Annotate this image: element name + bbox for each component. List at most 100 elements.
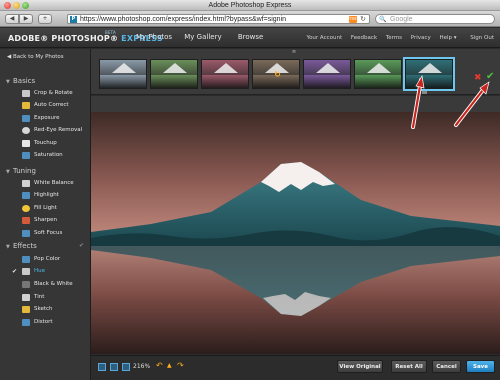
section-basics[interactable]: ▼ Basics — [6, 77, 35, 85]
hue-thumbnail[interactable] — [303, 59, 351, 89]
nav-privacy[interactable]: Privacy — [411, 35, 431, 41]
url-text[interactable]: https://www.photoshop.com/express/index.… — [80, 15, 286, 24]
thumbnail-mountain — [112, 63, 136, 73]
thumbnail-mountain — [316, 63, 340, 73]
section-title: Effects — [13, 242, 37, 250]
apply-effect-icon[interactable]: ✔ — [486, 72, 494, 82]
section-title: Tuning — [13, 167, 36, 175]
tool-black-white[interactable]: Black & White — [22, 280, 73, 289]
hue-icon — [22, 268, 30, 275]
tool-sketch[interactable]: Sketch — [22, 305, 53, 314]
thumbnail-water — [202, 75, 248, 88]
reload-icon[interactable]: ↻ — [359, 15, 367, 24]
reset-all-button[interactable]: Reset All — [391, 360, 427, 373]
zoom-level: 216% — [133, 363, 151, 370]
search-field[interactable]: 🔍 Google — [375, 14, 495, 24]
tool-label: Hue — [34, 268, 46, 274]
nav-terms[interactable]: Terms — [386, 35, 402, 41]
tool-label: Touchup — [34, 140, 57, 146]
filmstrip-handle-icon[interactable]: ≡ — [290, 50, 298, 55]
search-placeholder[interactable]: Google — [390, 15, 413, 24]
hue-thumbnail[interactable] — [403, 57, 455, 91]
address-bar[interactable]: P https://www.photoshop.com/express/inde… — [67, 14, 370, 24]
undo-icon[interactable]: ↶ — [156, 361, 163, 371]
tool-fill-light[interactable]: Fill Light — [22, 204, 57, 213]
tool-sharpen[interactable]: Sharpen — [22, 216, 57, 225]
saturation-icon — [22, 152, 30, 159]
tool-highlight[interactable]: Highlight — [22, 191, 59, 200]
tool-white-balance[interactable]: White Balance — [22, 179, 74, 188]
exposure-icon — [22, 115, 30, 122]
add-bookmark-button[interactable]: + — [38, 14, 52, 24]
tool-label: Exposure — [34, 115, 60, 121]
app-header: ADOBE® PHOTOSHOP® EXPRESS BETA My Photos… — [0, 28, 500, 48]
thumbnail-water — [355, 75, 401, 88]
tool-touchup[interactable]: Touchup — [22, 139, 57, 148]
tool-label: White Balance — [34, 180, 74, 186]
title-bar: Adobe Photoshop Express — [0, 0, 500, 11]
tool-label: Saturation — [34, 152, 63, 158]
view-zoom-button[interactable] — [122, 363, 130, 371]
thumbnail-water — [151, 75, 197, 88]
brand-adobe: ADOBE — [8, 34, 41, 43]
tool-auto-correct[interactable]: Auto Correct — [22, 101, 69, 110]
tool-soft-focus[interactable]: Soft Focus — [22, 229, 62, 238]
favicon-icon: P — [70, 16, 77, 23]
tool-red-eye-removal[interactable]: Red-Eye Removal — [22, 126, 82, 135]
nav-my-gallery[interactable]: My Gallery — [184, 33, 221, 41]
tool-saturation[interactable]: Saturation — [22, 151, 63, 160]
hue-thumbnail[interactable] — [354, 59, 402, 89]
tool-label: Distort — [34, 319, 53, 325]
nav-your-account[interactable]: Your Account — [306, 35, 342, 41]
tool-label: Sharpen — [34, 217, 57, 223]
nav-my-photos[interactable]: My Photos — [136, 33, 172, 41]
sharpen-icon — [22, 217, 30, 224]
thumbnail-mountain — [418, 63, 442, 73]
thumbnail-water — [100, 75, 146, 88]
main-nav: My Photos My Gallery Browse — [136, 33, 273, 41]
cancel-button[interactable]: Cancel — [432, 360, 461, 373]
hue-thumbnail[interactable] — [150, 59, 198, 89]
nav-help[interactable]: Help ▾ — [439, 35, 456, 41]
hue-thumbnail[interactable] — [99, 59, 147, 89]
tool-pop-color[interactable]: Pop Color — [22, 255, 60, 264]
back-to-my-photos-link[interactable]: ◀ Back to My Photos — [7, 54, 64, 60]
rss-icon[interactable]: rss — [349, 16, 357, 23]
tint-icon — [22, 294, 30, 301]
hue-thumbnail[interactable]: ↻ — [252, 59, 300, 89]
redo-icon[interactable]: ↷ — [177, 361, 184, 371]
nav-browse[interactable]: Browse — [238, 33, 264, 41]
section-tuning[interactable]: ▼ Tuning — [6, 167, 36, 175]
forward-button[interactable]: ▶ — [19, 14, 33, 24]
tool-tint[interactable]: Tint — [22, 293, 44, 302]
view-actual-button[interactable] — [110, 363, 118, 371]
collapse-arrow-icon: ▼ — [6, 244, 10, 250]
thumbnail-water — [304, 75, 350, 88]
brand-beta: BETA — [105, 30, 116, 35]
nav-sign-out[interactable]: Sign Out — [470, 35, 494, 41]
tool-exposure[interactable]: Exposure — [22, 114, 59, 123]
tool-distort[interactable]: Distort — [22, 318, 53, 327]
hue-filmstrip: ≡ ↻ — [91, 49, 500, 95]
tool-crop-rotate[interactable]: Crop & Rotate — [22, 89, 73, 98]
history-up-icon[interactable]: ▲ — [167, 361, 172, 371]
view-original-button[interactable]: View Original — [337, 360, 383, 373]
tool-hue[interactable]: Hue — [22, 267, 45, 276]
photo-image[interactable] — [91, 112, 500, 354]
highlight-icon — [22, 192, 30, 199]
eye-icon — [22, 127, 30, 134]
tool-label: Tint — [34, 294, 45, 300]
save-button[interactable]: Save — [466, 360, 495, 373]
utility-nav: Your Account Feedback Terms Privacy Help… — [299, 35, 494, 41]
tool-label: Pop Color — [34, 256, 61, 262]
filmstrip-scroll-indicator[interactable] — [422, 91, 427, 94]
view-fit-button[interactable] — [98, 363, 106, 371]
brand-reg: ® — [40, 34, 49, 43]
nav-feedback[interactable]: Feedback — [351, 35, 377, 41]
sketch-icon — [22, 306, 30, 313]
cancel-effect-icon[interactable]: ✖ — [474, 74, 482, 83]
back-button[interactable]: ◀ — [5, 14, 19, 24]
section-effects[interactable]: ▼ Effects — [6, 242, 37, 250]
hue-thumbnail[interactable] — [201, 59, 249, 89]
tool-label: Fill Light — [34, 205, 57, 211]
